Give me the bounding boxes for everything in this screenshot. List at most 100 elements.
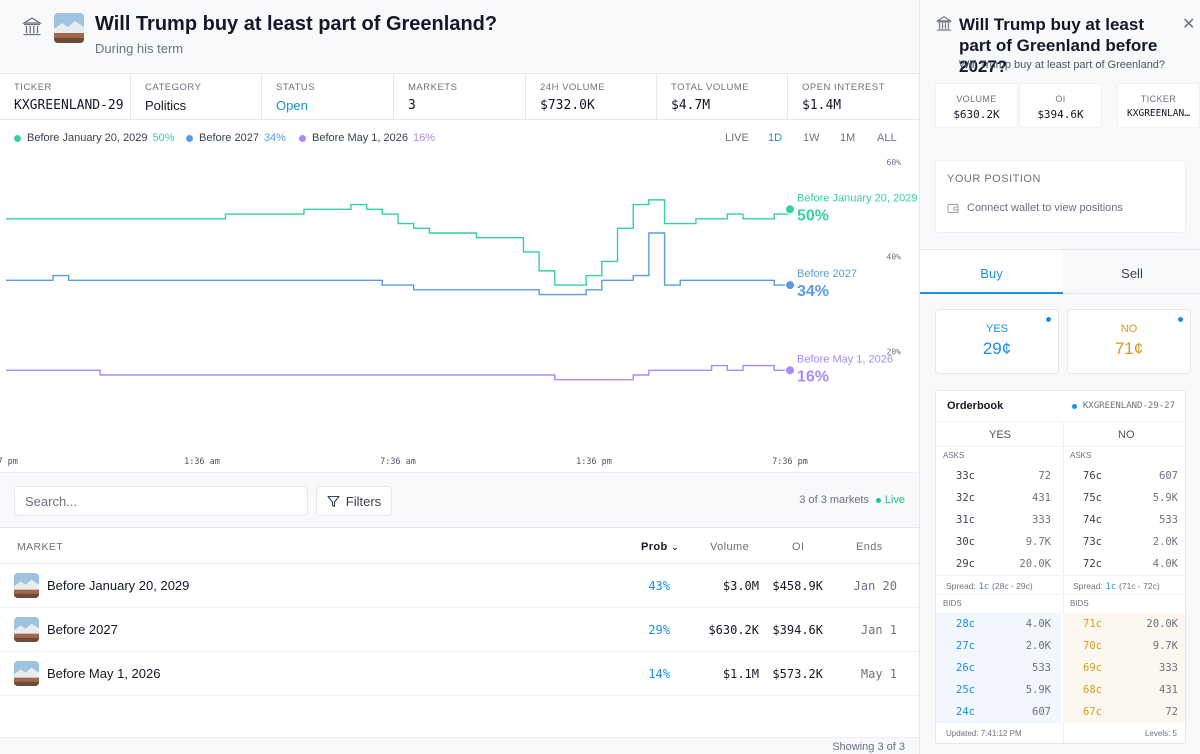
stat-total-volume: TOTAL VOLUME $4.7M <box>657 74 788 119</box>
legend-item[interactable]: Before 2027 34% <box>186 132 286 144</box>
x-tick-label: 7:36 pm <box>772 457 808 467</box>
bid-price: 71c <box>1083 618 1102 630</box>
col-ends[interactable]: Ends <box>856 541 883 553</box>
stat-24h-volume: 24H VOLUME $732.0K <box>526 74 657 119</box>
ask-row[interactable]: 30c 9.7K <box>936 531 1061 553</box>
close-icon[interactable]: ✕ <box>1182 14 1195 34</box>
col-volume[interactable]: Volume <box>710 541 749 553</box>
ask-row[interactable]: 76c 607 <box>1063 465 1185 487</box>
bid-row[interactable]: 70c 9.7K <box>1063 635 1185 657</box>
ask-row[interactable]: 72c 4.0K <box>1063 553 1185 575</box>
market-oi: $573.2K <box>772 667 823 681</box>
filters-button[interactable]: Filters <box>316 486 392 516</box>
series-label: Before January 20, 2029 <box>797 192 917 204</box>
legend-dot <box>299 134 306 142</box>
bid-row[interactable]: 25c 5.9K <box>936 679 1061 701</box>
ask-row[interactable]: 73c 2.0K <box>1063 531 1185 553</box>
bid-price: 70c <box>1083 640 1102 652</box>
ask-row[interactable]: 29c 20.0K <box>936 553 1061 575</box>
table-row[interactable]: Before January 20, 2029 43% $3.0M $458.9… <box>0 564 919 608</box>
ask-price: 30c <box>956 536 975 548</box>
bid-price: 26c <box>956 662 975 674</box>
col-prob[interactable]: Prob ⌄ <box>641 541 679 553</box>
no-button[interactable]: NO 71¢ <box>1067 309 1191 374</box>
range-all-button[interactable]: ALL <box>877 132 897 144</box>
col-oi[interactable]: OI <box>792 541 804 553</box>
live-label: Live <box>884 494 905 506</box>
bid-row[interactable]: 71c 20.0K <box>1063 613 1185 635</box>
side-stat-oi: OI $394.6K <box>1019 83 1102 128</box>
ask-row[interactable]: 31c 333 <box>936 509 1061 531</box>
bid-row[interactable]: 27c 2.0K <box>936 635 1061 657</box>
legend-dot <box>186 134 193 142</box>
market-thumbnail <box>14 617 39 642</box>
market-subtitle: Will Trump buy at least part of Greenlan… <box>959 59 1166 71</box>
table-row[interactable]: Before 2027 29% $630.2K $394.6K Jan 1 <box>0 608 919 652</box>
bid-qty: 20.0K <box>1146 618 1178 630</box>
market-volume: $3.0M <box>722 579 759 593</box>
bid-qty: 9.7K <box>1152 640 1178 652</box>
bid-qty: 533 <box>1032 662 1051 674</box>
stat-value: $732.0K <box>540 98 595 113</box>
stat-label: MARKETS <box>408 82 458 93</box>
col-market[interactable]: MARKET <box>17 541 63 553</box>
asks-label: ASKS <box>943 451 965 460</box>
series-line <box>6 199 791 286</box>
range-1w-button[interactable]: 1W <box>803 132 820 144</box>
bid-row[interactable]: 24c 607 <box>936 701 1061 723</box>
table-row[interactable]: Before May 1, 2026 14% $1.1M $573.2K May… <box>0 652 919 696</box>
bid-price: 24c <box>956 706 975 718</box>
main-panel: Will Trump buy at least part of Greenlan… <box>0 0 919 754</box>
tab-sell[interactable]: Sell <box>1063 250 1200 294</box>
ask-row[interactable]: 32c 431 <box>936 487 1061 509</box>
x-tick-label: 1:36 pm <box>576 457 612 467</box>
orderbook-updated: Updated: 7:41:12 PM <box>946 729 1022 738</box>
series-value-label: 50% <box>797 207 829 224</box>
legend-dot <box>14 134 21 142</box>
ask-row[interactable]: 33c 72 <box>936 465 1061 487</box>
no-price: 71¢ <box>1114 339 1144 358</box>
filter-bar: Filters 3 of 3 markets Live <box>0 472 919 527</box>
search-input[interactable] <box>14 486 308 516</box>
market-prob: 43% <box>648 579 670 593</box>
markets-table-header: MARKET Prob ⌄ Volume OI Ends <box>0 527 919 564</box>
bid-row[interactable]: 68c 431 <box>1063 679 1185 701</box>
bid-row[interactable]: 69c 333 <box>1063 657 1185 679</box>
orderbook-title: Orderbook <box>947 400 1004 412</box>
market-name: Before January 20, 2029 <box>47 578 190 593</box>
market-prob: 29% <box>648 623 670 637</box>
legend-item[interactable]: Before May 1, 2026 16% <box>299 132 435 144</box>
ask-qty: 431 <box>1032 492 1051 504</box>
stat-value: $630.2K <box>953 108 1000 121</box>
stat-open-interest: OPEN INTEREST $1.4M <box>788 74 919 119</box>
ask-price: 76c <box>1083 470 1102 482</box>
range-1d-button[interactable]: 1D <box>768 132 782 144</box>
series-end-point <box>785 204 795 215</box>
range-live-button[interactable]: LIVE <box>725 132 749 144</box>
connect-wallet-text: Connect wallet to view positions <box>967 202 1123 214</box>
bid-row[interactable]: 26c 533 <box>936 657 1061 679</box>
event-subtitle: During his term <box>95 41 184 56</box>
ask-price: 72c <box>1083 558 1102 570</box>
yes-button[interactable]: YES 29¢ <box>935 309 1059 374</box>
market-name: Before 2027 <box>47 622 118 637</box>
bid-row[interactable]: 67c 72 <box>1063 701 1185 723</box>
legend-label: Before January 20, 2029 <box>27 132 148 144</box>
bid-row[interactable]: 28c 4.0K <box>936 613 1061 635</box>
legend-item[interactable]: Before January 20, 2029 50% <box>14 132 175 144</box>
tab-buy[interactable]: Buy <box>920 250 1063 294</box>
showing-count: Showing 3 of 3 <box>832 741 905 753</box>
bid-qty: 431 <box>1159 684 1178 696</box>
ask-row[interactable]: 75c 5.9K <box>1063 487 1185 509</box>
market-prob: 14% <box>648 667 670 681</box>
stat-label: OPEN INTEREST <box>802 82 886 93</box>
event-title: Will Trump buy at least part of Greenlan… <box>95 13 498 35</box>
range-1m-button[interactable]: 1M <box>840 132 855 144</box>
filter-icon <box>327 495 340 507</box>
bid-price: 25c <box>956 684 975 696</box>
series-line <box>6 232 790 296</box>
ask-row[interactable]: 74c 533 <box>1063 509 1185 531</box>
stat-status: STATUS Open <box>262 74 394 119</box>
connect-wallet[interactable]: Connect wallet to view positions <box>947 202 1123 214</box>
spread-range: (71c - 72c) <box>1119 581 1160 591</box>
